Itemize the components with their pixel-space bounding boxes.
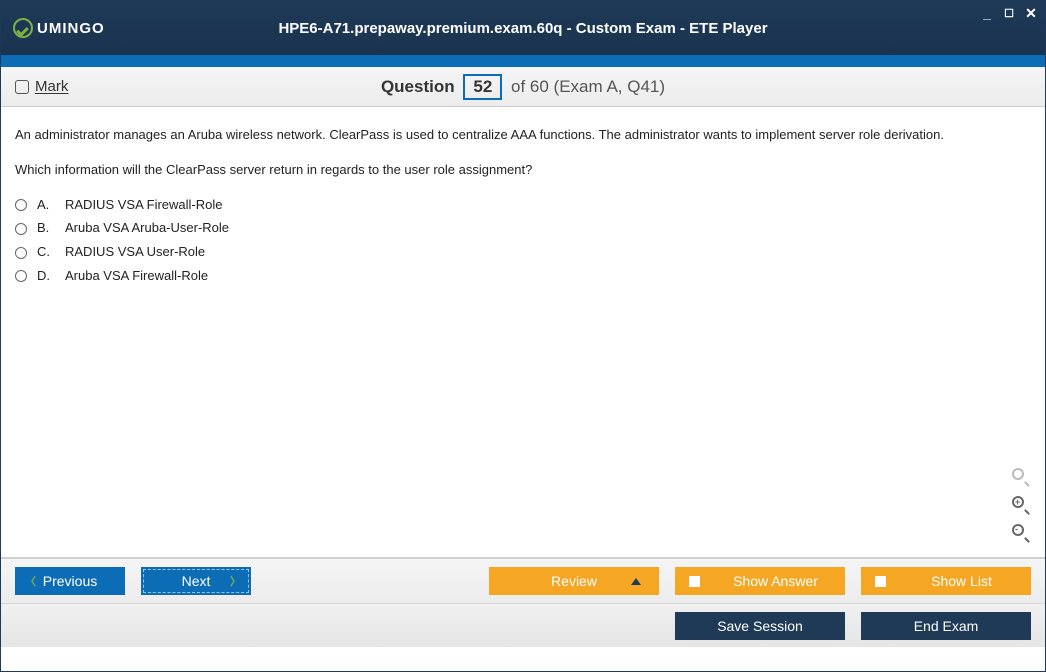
answer-options: A. RADIUS VSA Firewall-Role B. Aruba VSA…	[15, 195, 1031, 287]
previous-button[interactable]: 〈 Previous	[15, 567, 125, 595]
question-paragraph-1: An administrator manages an Aruba wirele…	[15, 125, 1031, 146]
brand-text: UMINGO	[37, 20, 105, 37]
option-b[interactable]: B. Aruba VSA Aruba-User-Role	[15, 218, 1031, 239]
search-icon[interactable]	[1009, 465, 1031, 487]
show-answer-button[interactable]: Show Answer	[675, 567, 845, 595]
question-content: An administrator manages an Aruba wirele…	[1, 107, 1045, 557]
maximize-icon[interactable]: ☐	[1001, 5, 1017, 21]
chevron-left-icon: 〈	[25, 573, 36, 589]
accent-strip	[1, 55, 1045, 67]
window-title: HPE6-A71.prepaway.premium.exam.60q - Cus…	[1, 20, 1045, 37]
zoom-out-icon[interactable]: -	[1009, 521, 1031, 543]
radio-icon	[15, 247, 27, 259]
current-question-number: 52	[463, 74, 502, 100]
option-c[interactable]: C. RADIUS VSA User-Role	[15, 242, 1031, 263]
logo-check-icon	[13, 18, 33, 38]
footer-actions: Save Session End Exam	[1, 603, 1045, 647]
square-icon	[689, 576, 700, 587]
radio-icon	[15, 199, 27, 211]
question-total: of 60 (Exam A, Q41)	[511, 77, 665, 96]
square-icon	[875, 576, 886, 587]
footer-nav: 〈 Previous Next 〉 Review Show Answer Sho…	[1, 559, 1045, 603]
triangle-up-icon	[631, 578, 641, 585]
show-list-button[interactable]: Show List	[861, 567, 1031, 595]
info-bar: Mark Question 52 of 60 (Exam A, Q41)	[1, 67, 1045, 107]
next-button[interactable]: Next 〉	[141, 567, 251, 595]
review-button[interactable]: Review	[489, 567, 659, 595]
zoom-in-icon[interactable]: +	[1009, 493, 1031, 515]
chevron-right-icon: 〉	[230, 573, 241, 589]
question-indicator: Question 52 of 60 (Exam A, Q41)	[1, 74, 1045, 100]
option-d[interactable]: D. Aruba VSA Firewall-Role	[15, 266, 1031, 287]
title-bar: UMINGO HPE6-A71.prepaway.premium.exam.60…	[1, 1, 1045, 55]
radio-icon	[15, 270, 27, 282]
minimize-icon[interactable]: _	[979, 5, 995, 21]
zoom-tools: + -	[1009, 465, 1031, 543]
end-exam-button[interactable]: End Exam	[861, 612, 1031, 640]
option-a[interactable]: A. RADIUS VSA Firewall-Role	[15, 195, 1031, 216]
save-session-button[interactable]: Save Session	[675, 612, 845, 640]
question-paragraph-2: Which information will the ClearPass ser…	[15, 160, 1031, 181]
radio-icon	[15, 223, 27, 235]
close-icon[interactable]: ✕	[1023, 5, 1039, 21]
app-logo: UMINGO	[13, 18, 105, 38]
window-controls: _ ☐ ✕	[979, 5, 1039, 21]
